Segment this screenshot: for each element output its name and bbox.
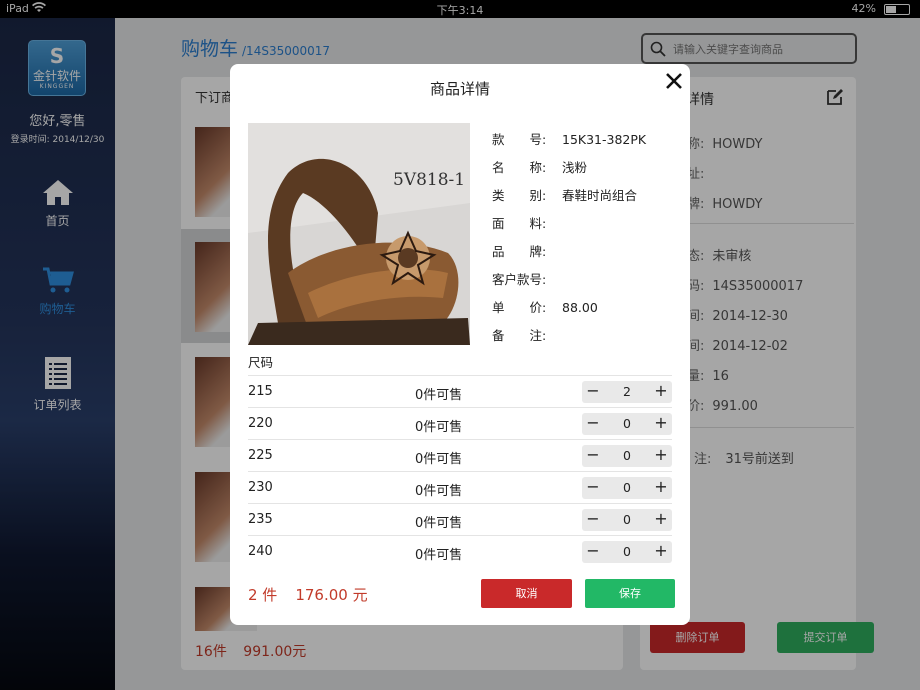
increment-button[interactable]: +	[650, 381, 672, 403]
size-row: 230 0件可售 − 0 +	[248, 471, 672, 503]
increment-button[interactable]: +	[650, 445, 672, 467]
field-material: 面 料:	[492, 216, 547, 231]
decrement-button[interactable]: −	[582, 541, 604, 563]
increment-button[interactable]: +	[650, 541, 672, 563]
quantity-value[interactable]: 0	[604, 445, 650, 467]
field-brand: 品 牌:	[492, 244, 547, 259]
selection-total: 2 件 176.00 元	[248, 584, 368, 605]
quantity-stepper: − 2 +	[582, 381, 672, 403]
cancel-button[interactable]: 取消	[481, 579, 572, 608]
total-money: 176.00 元	[295, 586, 368, 604]
close-icon[interactable]	[663, 70, 685, 92]
quantity-stepper: − 0 +	[582, 541, 672, 563]
quantity-value[interactable]: 0	[604, 413, 650, 435]
decrement-button[interactable]: −	[582, 445, 604, 467]
size-row: 240 0件可售 − 0 +	[248, 535, 672, 567]
decrement-button[interactable]: −	[582, 477, 604, 499]
size-header: 尺码	[248, 355, 274, 370]
field-remark: 备 注:	[492, 328, 547, 343]
quantity-stepper: − 0 +	[582, 413, 672, 435]
availability: 0件可售	[415, 548, 463, 563]
size-value: 240	[248, 544, 273, 559]
availability: 0件可售	[415, 452, 463, 467]
product-image: 5V818-1	[248, 123, 470, 345]
field-name: 名 称: 浅粉	[492, 160, 588, 175]
size-value: 215	[248, 384, 273, 399]
quantity-stepper: − 0 +	[582, 445, 672, 467]
total-count: 2 件	[248, 586, 278, 604]
quantity-value[interactable]: 0	[604, 477, 650, 499]
availability: 0件可售	[415, 388, 463, 403]
size-value: 230	[248, 480, 273, 495]
decrement-button[interactable]: −	[582, 413, 604, 435]
quantity-value[interactable]: 0	[604, 541, 650, 563]
size-value: 235	[248, 512, 273, 527]
quantity-value[interactable]: 2	[604, 381, 650, 403]
product-detail-dialog: 商品详情 5V818-1 款 号: 15K31-382PK 名 称: 浅粉 类 别:…	[230, 64, 690, 625]
size-row: 220 0件可售 − 0 +	[248, 407, 672, 439]
increment-button[interactable]: +	[650, 509, 672, 531]
dialog-title: 商品详情	[429, 80, 490, 98]
size-value: 220	[248, 416, 273, 431]
field-unit-price: 单 价: 88.00	[492, 300, 598, 315]
availability: 0件可售	[415, 516, 463, 531]
availability: 0件可售	[415, 420, 463, 435]
size-row: 235 0件可售 − 0 +	[248, 503, 672, 535]
decrement-button[interactable]: −	[582, 381, 604, 403]
field-category: 类 别: 春鞋时尚组合	[492, 188, 638, 203]
size-row: 215 0件可售 − 2 +	[248, 375, 672, 407]
save-button[interactable]: 保存	[585, 579, 675, 608]
increment-button[interactable]: +	[650, 477, 672, 499]
field-style-no: 款 号: 15K31-382PK	[492, 132, 647, 147]
quantity-stepper: − 0 +	[582, 509, 672, 531]
size-value: 225	[248, 448, 273, 463]
quantity-stepper: − 0 +	[582, 477, 672, 499]
size-row: 225 0件可售 − 0 +	[248, 439, 672, 471]
field-customer-style: 客户款号:	[492, 272, 547, 287]
image-caption: 5V818-1	[393, 170, 465, 190]
quantity-value[interactable]: 0	[604, 509, 650, 531]
decrement-button[interactable]: −	[582, 509, 604, 531]
increment-button[interactable]: +	[650, 413, 672, 435]
availability: 0件可售	[415, 484, 463, 499]
